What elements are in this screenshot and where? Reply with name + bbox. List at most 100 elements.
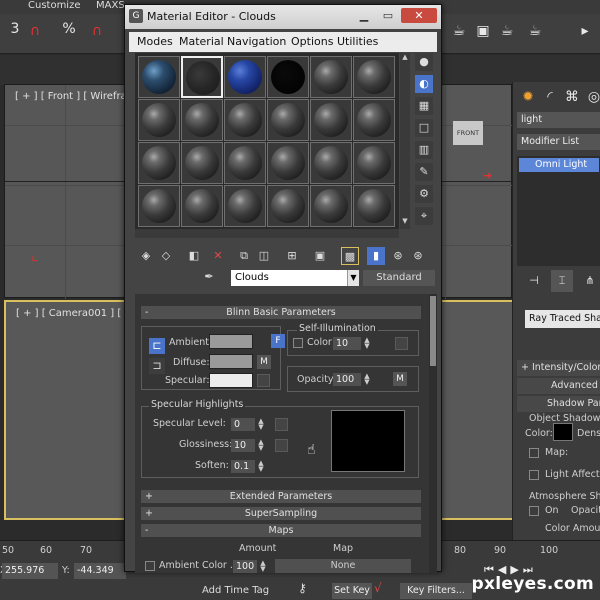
rendered-frame-icon[interactable]: ▣ xyxy=(472,20,494,42)
specular-color-swatch[interactable] xyxy=(209,373,253,388)
key-mode-icon[interactable]: √ xyxy=(374,581,396,597)
sample-uv-tiling-icon[interactable]: □ xyxy=(415,119,433,137)
glossiness-spinner-icon[interactable]: ▲ ▼ xyxy=(257,439,265,452)
sample-slot[interactable] xyxy=(310,56,352,98)
scroll-down-icon[interactable]: ▼ xyxy=(400,217,410,227)
minimize-button[interactable]: ▁ xyxy=(353,8,375,23)
rollout-extended[interactable]: + Extended Parameters xyxy=(141,490,421,503)
menu-navigation[interactable]: Navigation xyxy=(227,35,286,48)
self-illum-color-checkbox[interactable] xyxy=(293,338,303,348)
soften-value[interactable]: 0.1 xyxy=(231,460,255,473)
lock-button[interactable]: F xyxy=(271,334,285,348)
sample-slot[interactable] xyxy=(267,56,309,98)
put-to-library-icon[interactable]: ⊞ xyxy=(283,247,301,265)
ambient-map-slot-button[interactable]: None xyxy=(275,559,411,573)
specular-level-map-button[interactable] xyxy=(275,418,288,431)
show-end-result-icon[interactable]: ▮ xyxy=(367,247,385,265)
sample-slot[interactable] xyxy=(310,99,352,141)
sample-slot[interactable] xyxy=(310,142,352,184)
material-editor-titlebar[interactable]: G Material Editor - Clouds ▁ ▭ ✕ xyxy=(125,5,441,29)
sample-slot[interactable] xyxy=(310,185,352,227)
reset-map-icon[interactable]: ✕ xyxy=(209,247,227,265)
menu-customize[interactable]: Customize xyxy=(28,0,81,11)
sample-slot[interactable] xyxy=(138,99,180,141)
ambient-map-spinner-icon[interactable]: ▲ ▼ xyxy=(259,560,267,573)
menu-modes[interactable]: Modes xyxy=(137,35,173,48)
shadow-type-dropdown[interactable]: Ray Traced Shad xyxy=(525,310,600,328)
self-illum-map-button[interactable] xyxy=(395,337,408,350)
shadow-color-swatch[interactable] xyxy=(553,423,573,441)
menu-utilities[interactable]: Utilities xyxy=(337,35,378,48)
make-unique-icon[interactable]: ⋔ xyxy=(579,270,600,292)
sample-slot[interactable] xyxy=(181,185,223,227)
ambient-map-amount[interactable]: 100 xyxy=(233,560,257,573)
self-illum-value[interactable]: 10 xyxy=(333,337,361,350)
show-end-result-icon[interactable]: ⌶ xyxy=(551,270,573,292)
atmosphere-on-checkbox[interactable] xyxy=(529,506,539,516)
make-unique-icon[interactable]: ◫ xyxy=(255,247,273,265)
add-time-tag-button[interactable]: Add Time Tag xyxy=(202,585,302,599)
make-copy-icon[interactable]: ⧉ xyxy=(235,247,253,265)
sample-slot[interactable] xyxy=(267,99,309,141)
background-checker-icon[interactable]: ▦ xyxy=(415,97,433,115)
video-color-check-icon[interactable]: ▥ xyxy=(415,141,433,159)
lock-diffuse-specular-icon[interactable]: ⊐ xyxy=(149,358,165,374)
opacity-value[interactable]: 100 xyxy=(333,373,361,386)
menu-material[interactable]: Material xyxy=(179,35,224,48)
show-map-in-viewport-icon[interactable]: ▩ xyxy=(341,247,359,265)
rollout-blinn-basic[interactable]: - Blinn Basic Parameters xyxy=(141,306,421,319)
lock-ambient-diffuse-icon[interactable]: ⊏ xyxy=(149,338,165,354)
parameters-scrollbar[interactable] xyxy=(429,294,437,573)
percent-snap-button[interactable]: % xyxy=(58,18,80,40)
specular-level-value[interactable]: 0 xyxy=(231,418,255,431)
ambient-map-checkbox[interactable] xyxy=(145,561,155,571)
sample-slot[interactable] xyxy=(138,185,180,227)
sample-slot[interactable] xyxy=(181,142,223,184)
diffuse-map-button[interactable]: M xyxy=(257,355,271,369)
scrollbar-thumb[interactable] xyxy=(430,296,436,366)
specular-level-spinner-icon[interactable]: ▲ ▼ xyxy=(257,418,265,431)
self-illum-spinner-icon[interactable]: ▲ ▼ xyxy=(363,337,371,350)
rollout-supersampling[interactable]: + SuperSampling xyxy=(141,507,421,520)
sample-slot[interactable] xyxy=(267,185,309,227)
stack-item-omni-light[interactable]: Omni Light xyxy=(519,158,599,172)
chevron-down-icon[interactable]: ▼ xyxy=(347,270,359,286)
sample-slot[interactable] xyxy=(353,142,395,184)
sample-slot-active[interactable] xyxy=(181,56,223,98)
backlight-icon[interactable]: ◐ xyxy=(415,75,433,93)
material-name-dropdown[interactable]: Clouds ▼ xyxy=(231,270,359,286)
toolbar-chevron-icon[interactable]: ▸ xyxy=(574,20,596,42)
get-material-icon[interactable]: ◈ xyxy=(137,247,155,265)
pin-stack-icon[interactable]: ⊣ xyxy=(523,270,545,292)
slots-vertical-scrollbar[interactable]: ▲ ▼ xyxy=(400,53,410,229)
coord-x-field[interactable]: 255.976 xyxy=(2,563,58,579)
spinner-snap-icon[interactable]: ∩ xyxy=(86,20,108,42)
render-setup-icon[interactable]: ☕ xyxy=(448,20,470,42)
render-iterative-icon[interactable]: ☕ xyxy=(524,20,546,42)
rollout-intensity[interactable]: + Intensity/Color/A xyxy=(517,360,600,376)
sample-slot[interactable] xyxy=(224,99,266,141)
rollout-maps[interactable]: - Maps xyxy=(141,524,421,537)
select-by-material-icon[interactable]: ⌖ xyxy=(415,207,433,225)
light-affects-checkbox[interactable] xyxy=(529,470,539,480)
set-key-button[interactable]: Set Key xyxy=(332,583,372,599)
sample-slot[interactable] xyxy=(224,56,266,98)
opacity-map-button[interactable]: M xyxy=(393,372,407,386)
create-tab-icon[interactable]: ✹ xyxy=(517,86,539,108)
opacity-spinner-icon[interactable]: ▲ ▼ xyxy=(363,373,371,386)
assign-material-icon[interactable]: ◧ xyxy=(185,247,203,265)
close-button[interactable]: ✕ xyxy=(401,8,437,23)
maximize-button[interactable]: ▭ xyxy=(377,8,399,23)
angle-snap-icon[interactable]: ∩ xyxy=(24,20,46,42)
sample-slot[interactable] xyxy=(224,185,266,227)
menu-options[interactable]: Options xyxy=(291,35,333,48)
slots-horizontal-scrollbar[interactable] xyxy=(135,229,399,238)
sample-slot[interactable] xyxy=(353,99,395,141)
eyedropper-icon[interactable]: ✒ xyxy=(201,270,217,286)
diffuse-color-swatch[interactable] xyxy=(209,354,253,369)
render-production-icon[interactable]: ☕ xyxy=(496,20,518,42)
go-to-parent-icon[interactable]: ⊛ xyxy=(389,247,407,265)
menu-maxscript[interactable]: MAXS xyxy=(96,0,125,11)
scroll-up-icon[interactable]: ▲ xyxy=(400,53,410,63)
sample-slot[interactable] xyxy=(181,99,223,141)
